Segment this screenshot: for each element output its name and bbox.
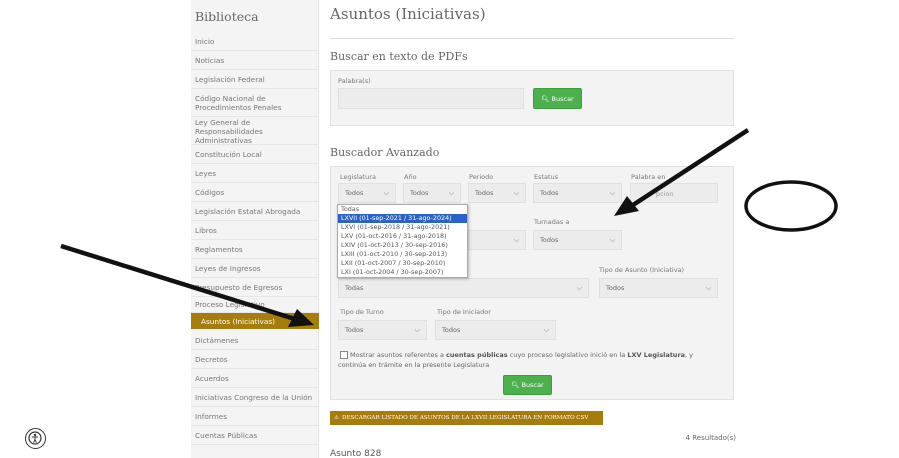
- arrow-annotation: [60, 243, 299, 323]
- circle-annotation: [744, 180, 838, 232]
- dropdown-option[interactable]: LXIV (01-oct-2013 / 30-sep-2016): [338, 241, 467, 250]
- dropdown-option[interactable]: LXVI (01-sep-2018 / 31-ago-2021): [338, 223, 467, 232]
- legislatura-dropdown-list: Todas LXVII (01-sep-2021 / 31-ago-2024) LX…: [337, 204, 468, 278]
- dropdown-option[interactable]: LXI (01-oct-2004 / 30-sep-2007): [338, 268, 467, 277]
- dropdown-option[interactable]: LXV (01-oct-2016 / 31-ago-2018): [338, 232, 467, 241]
- arrow-annotation: [628, 128, 750, 209]
- dropdown-option[interactable]: Todas: [338, 205, 467, 214]
- dropdown-option[interactable]: LXII (01-oct-2007 / 30-sep-2010): [338, 259, 467, 268]
- dropdown-option[interactable]: LXVII (01-sep-2021 / 31-ago-2024): [338, 214, 467, 223]
- dropdown-option[interactable]: LXIII (01-oct-2010 / 30-sep-2013): [338, 250, 467, 259]
